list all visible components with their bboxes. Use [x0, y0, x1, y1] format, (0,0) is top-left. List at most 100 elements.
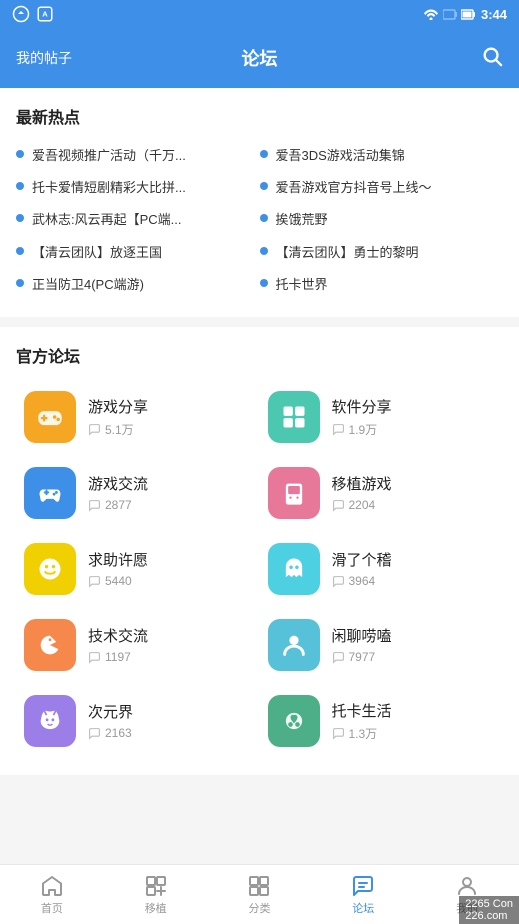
hot-topics-section: 最新热点 爱吾视频推广活动（千万... 爱吾3DS游戏活动集锦托卡爱情短剧精彩大比…	[0, 88, 519, 317]
topic-text: 【清云团队】放逐王国	[32, 244, 260, 262]
watermark: 2265 Con226.com	[459, 896, 519, 924]
nav-item-首页[interactable]: 首页	[0, 874, 104, 916]
topic-dot	[260, 182, 268, 190]
topic-item[interactable]: 挨饿荒野	[260, 204, 504, 236]
forum-count: 2877	[88, 498, 252, 512]
forum-name: 次元界	[88, 701, 252, 722]
forum-count: 5440	[88, 574, 252, 588]
forum-count: 7977	[332, 650, 496, 664]
forum-name: 游戏交流	[88, 473, 252, 494]
topic-item[interactable]: 托卡世界	[260, 269, 504, 301]
forum-count: 1197	[88, 650, 252, 664]
forum-count: 1.9万	[332, 421, 496, 438]
forum-icon	[268, 467, 320, 519]
nav-label: 首页	[41, 900, 63, 916]
forum-item[interactable]: 游戏分享 5.1万	[16, 379, 260, 455]
topic-dot	[16, 182, 24, 190]
forum-info: 移植游戏 2204	[332, 473, 496, 512]
topic-text: 正当防卫4(PC端游)	[32, 276, 260, 294]
forum-name: 滑了个稽	[332, 549, 496, 570]
content-area: 最新热点 爱吾视频推广活动（千万... 爱吾3DS游戏活动集锦托卡爱情短剧精彩大比…	[0, 88, 519, 855]
migrate-nav-icon	[144, 874, 168, 898]
topic-item[interactable]: 爱吾3DS游戏活动集锦	[260, 140, 504, 172]
forum-icon	[24, 391, 76, 443]
hot-topics-title: 最新热点	[16, 104, 503, 128]
forum-icon	[268, 695, 320, 747]
topic-dot	[260, 279, 268, 287]
forum-info: 闲聊唠嗑 7977	[332, 625, 496, 664]
svg-text:A: A	[42, 9, 48, 18]
header-title: 论坛	[242, 45, 278, 71]
forum-item[interactable]: 软件分享 1.9万	[260, 379, 504, 455]
header: 我的帖子 论坛	[0, 28, 519, 88]
nav-label: 论坛	[352, 900, 374, 916]
forum-info: 游戏分享 5.1万	[88, 396, 252, 438]
forum-count: 3964	[332, 574, 496, 588]
topic-dot	[16, 279, 24, 287]
status-icons-left: A	[12, 5, 54, 23]
forum-item[interactable]: 闲聊唠嗑 7977	[260, 607, 504, 683]
forum-name: 技术交流	[88, 625, 252, 646]
forums-grid: 游戏分享 5.1万 软件分享 1.9万 游戏交流	[16, 379, 503, 759]
topic-text: 爱吾游戏官方抖音号上线～	[276, 179, 504, 197]
forum-icon	[268, 619, 320, 671]
forum-item[interactable]: 滑了个稽 3964	[260, 531, 504, 607]
topic-item[interactable]: 托卡爱情短剧精彩大比拼...	[16, 172, 260, 204]
topic-item[interactable]: 正当防卫4(PC端游)	[16, 269, 260, 301]
forum-info: 滑了个稽 3964	[332, 549, 496, 588]
forum-icon	[24, 543, 76, 595]
forum-info: 托卡生活 1.3万	[332, 700, 496, 742]
topic-item[interactable]: 爱吾视频推广活动（千万...	[16, 140, 260, 172]
topic-dot	[16, 247, 24, 255]
forum-item[interactable]: 次元界 2163	[16, 683, 260, 759]
nav-item-分类[interactable]: 分类	[208, 874, 312, 916]
status-time: 3:44	[481, 7, 507, 22]
forum-info: 求助许愿 5440	[88, 549, 252, 588]
forum-item[interactable]: 托卡生活 1.3万	[260, 683, 504, 759]
search-button[interactable]	[481, 45, 503, 72]
nav-item-移植[interactable]: 移植	[104, 874, 208, 916]
topic-text: 挨饿荒野	[276, 211, 504, 229]
forum-name: 闲聊唠嗑	[332, 625, 496, 646]
topic-text: 托卡爱情短剧精彩大比拼...	[32, 179, 260, 197]
forum-icon	[24, 695, 76, 747]
forum-info: 技术交流 1197	[88, 625, 252, 664]
topic-dot	[16, 150, 24, 158]
topic-item[interactable]: 爱吾游戏官方抖音号上线～	[260, 172, 504, 204]
forum-count: 5.1万	[88, 421, 252, 438]
nav-label: 分类	[248, 900, 270, 916]
forum-count: 1.3万	[332, 725, 496, 742]
forum-name: 托卡生活	[332, 700, 496, 721]
topics-grid: 爱吾视频推广活动（千万... 爱吾3DS游戏活动集锦托卡爱情短剧精彩大比拼... 爱…	[16, 140, 503, 301]
forum-item[interactable]: 游戏交流 2877	[16, 455, 260, 531]
forum-count: 2163	[88, 726, 252, 740]
forum-name: 软件分享	[332, 396, 496, 417]
forum-info: 次元界 2163	[88, 701, 252, 740]
nav-label: 移植	[145, 900, 167, 916]
nav-item-论坛[interactable]: 论坛	[311, 874, 415, 916]
topic-text: 托卡世界	[276, 276, 504, 294]
forum-name: 移植游戏	[332, 473, 496, 494]
topic-item[interactable]: 【清云团队】勇士的黎明	[260, 237, 504, 269]
forum-item[interactable]: 技术交流 1197	[16, 607, 260, 683]
forum-count: 2204	[332, 498, 496, 512]
forums-title: 官方论坛	[16, 343, 503, 367]
topic-item[interactable]: 武林志:风云再起【PC端...	[16, 204, 260, 236]
forums-section: 官方论坛 游戏分享 5.1万 软件分享 1.9万	[0, 327, 519, 775]
forum-icon	[24, 467, 76, 519]
forum-info: 软件分享 1.9万	[332, 396, 496, 438]
topic-dot	[260, 247, 268, 255]
forum-name: 游戏分享	[88, 396, 252, 417]
topic-text: 爱吾视频推广活动（千万...	[32, 147, 260, 165]
home-nav-icon	[40, 874, 64, 898]
forum-item[interactable]: 移植游戏 2204	[260, 455, 504, 531]
status-icons-right: 3:44	[423, 7, 507, 22]
topic-text: 爱吾3DS游戏活动集锦	[276, 147, 504, 165]
topic-dot	[260, 214, 268, 222]
forum-item[interactable]: 求助许愿 5440	[16, 531, 260, 607]
topic-item[interactable]: 【清云团队】放逐王国	[16, 237, 260, 269]
topic-text: 武林志:风云再起【PC端...	[32, 211, 260, 229]
person-nav-icon	[455, 874, 479, 898]
forum-icon	[268, 543, 320, 595]
my-posts-button[interactable]: 我的帖子	[16, 48, 72, 68]
